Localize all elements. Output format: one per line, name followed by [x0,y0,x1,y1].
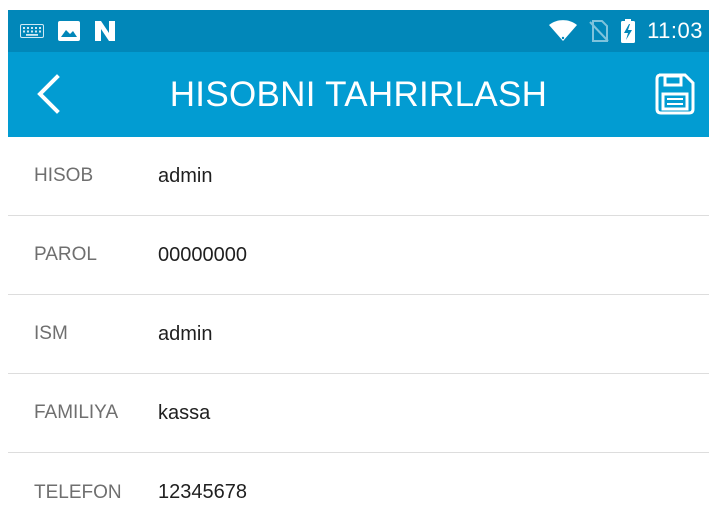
back-arrow-icon [35,73,61,119]
no-sim-icon [589,20,609,42]
field-value-parol[interactable]: 00000000 [158,244,709,267]
account-fields: HISOB admin PAROL 00000000 ISM admin FAM… [8,137,709,532]
back-button[interactable] [28,73,68,119]
field-row-ism[interactable]: ISM admin [8,295,709,374]
field-row-telefon[interactable]: TELEFON 12345678 [8,453,709,532]
app-bar: HISOBNI TAHRIRLASH [8,52,709,137]
save-icon [655,73,695,120]
screen: 11:03 HISOBNI TAHRIRLASH HISOB admin PAR… [8,10,709,529]
n-notification-icon [94,20,116,42]
field-label: FAMILIYA [34,402,119,423]
field-value-familiya[interactable]: kassa [158,402,709,425]
save-button[interactable] [653,73,697,120]
status-time: 11:03 [647,18,703,43]
field-label: ISM [34,323,68,344]
field-value-hisob[interactable]: admin [158,165,709,188]
battery-charging-icon [621,19,636,43]
wifi-icon [549,20,578,42]
field-label: PAROL [34,244,98,265]
image-icon [58,21,80,41]
field-value-ism[interactable]: admin [158,323,709,346]
field-label: TELEFON [34,481,122,503]
field-label: HISOB [34,165,94,186]
status-right: 11:03 [537,18,703,44]
status-left [20,20,130,42]
field-row-familiya[interactable]: FAMILIYA kassa [8,374,709,453]
field-value-telefon[interactable]: 12345678 [158,481,709,504]
page-title: HISOBNI TAHRIRLASH [169,74,548,114]
field-row-hisob[interactable]: HISOB admin [8,137,709,216]
field-row-parol[interactable]: PAROL 00000000 [8,216,709,295]
keyboard-icon [20,24,44,38]
status-bar: 11:03 [8,10,709,52]
